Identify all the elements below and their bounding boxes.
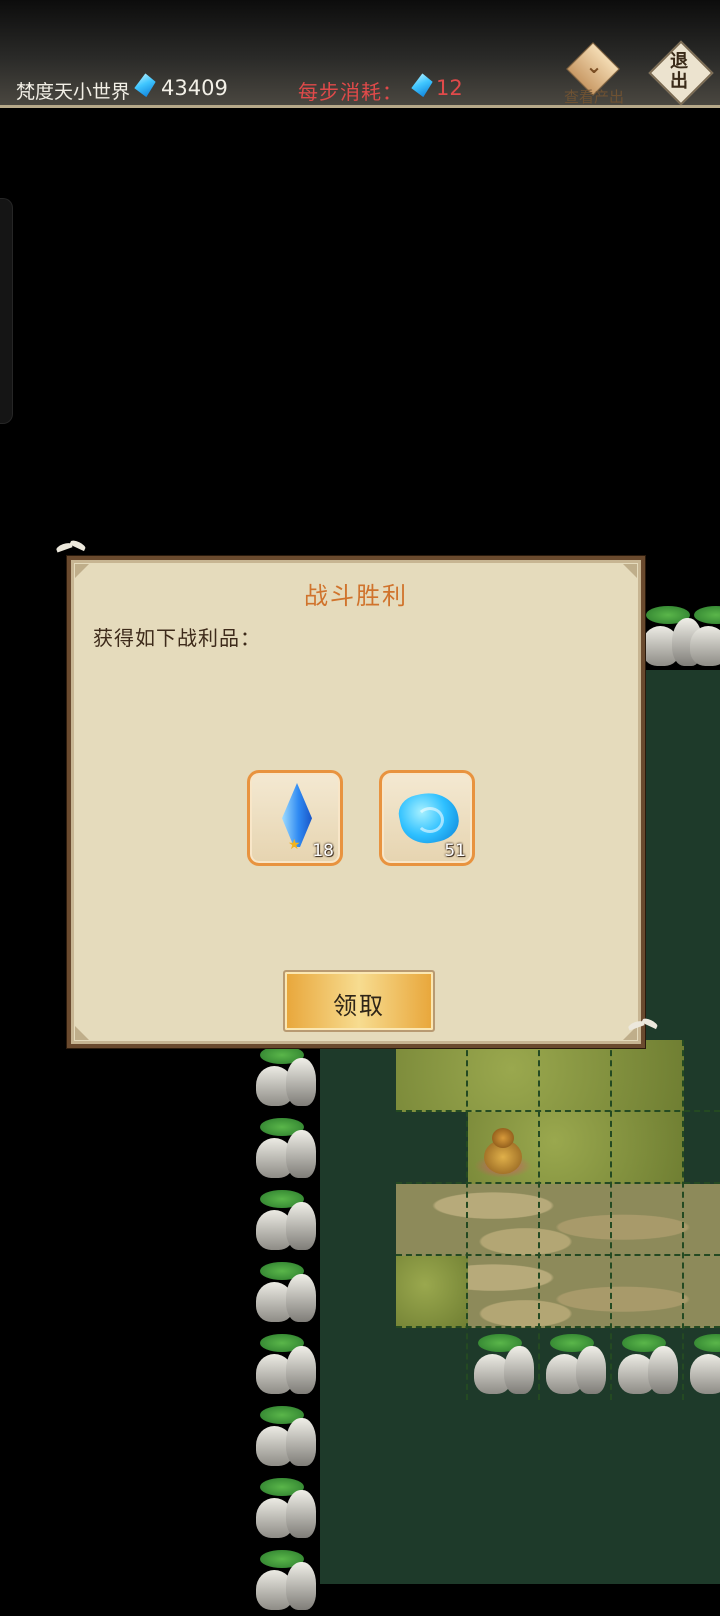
grid-line [396, 1254, 720, 1256]
reward-count: 18 [312, 841, 334, 861]
rock-obstacle [684, 1328, 720, 1400]
view-output-label: 查看产出 [563, 88, 624, 106]
rock-obstacle [684, 600, 720, 672]
bird-decoration [55, 538, 88, 556]
grid-line [396, 1110, 720, 1112]
reward-slot[interactable]: ★ 18 [247, 770, 343, 866]
exit-button[interactable]: 退 出 [648, 40, 714, 106]
star-icon: ★ [288, 837, 301, 853]
rock-obstacle [250, 1184, 322, 1256]
forest-area [640, 670, 720, 1040]
reward-slot[interactable]: 51 [379, 770, 475, 866]
rock-obstacle [468, 1328, 540, 1400]
step-cost-value: 12 [436, 76, 463, 100]
rock-obstacle [250, 1112, 322, 1184]
rock-obstacle [250, 1472, 322, 1544]
loot-heading: 获得如下战利品： [93, 626, 261, 650]
rock-obstacle [250, 1328, 322, 1400]
rock-obstacle [250, 1040, 322, 1112]
bird-decoration [627, 1016, 660, 1034]
rock-obstacle [612, 1328, 684, 1400]
view-output-button[interactable]: ⌄ 查看产出 [558, 42, 630, 106]
claim-label: 领取 [333, 992, 385, 1020]
claim-button[interactable]: 领取 [283, 970, 435, 1032]
rock-obstacle [250, 1256, 322, 1328]
corner-ornament [75, 1026, 89, 1040]
top-bar: 梵度天小世界 43409 每步消耗： 12 ⌄ 查看产出 退 出 [0, 0, 720, 108]
chevron-down-icon: ⌄ [585, 54, 603, 78]
side-drawer-handle[interactable] [0, 198, 13, 424]
monster-enemy[interactable] [474, 1124, 532, 1182]
swirl-decoration [416, 807, 444, 833]
rock-obstacle [250, 1400, 322, 1472]
reward-count: 51 [444, 841, 466, 861]
map-tile[interactable] [396, 1184, 720, 1256]
grid-line [396, 1182, 720, 1184]
map-tile[interactable] [396, 1040, 684, 1112]
blue-gem-icon [133, 72, 157, 99]
rock-obstacle [250, 1544, 322, 1616]
currency-balance: 43409 [161, 76, 228, 100]
map-tile[interactable] [396, 1256, 468, 1328]
dialog-title: 战斗胜利 [304, 582, 408, 610]
exit-label: 退 出 [670, 51, 688, 92]
rock-obstacle [540, 1328, 612, 1400]
step-cost-label: 每步消耗： [298, 80, 403, 104]
battle-victory-dialog: 战斗胜利 获得如下战利品： ★ 18 51 领取 [67, 556, 645, 1048]
world-name: 梵度天小世界 [16, 81, 131, 103]
blue-gem-icon [410, 72, 434, 99]
